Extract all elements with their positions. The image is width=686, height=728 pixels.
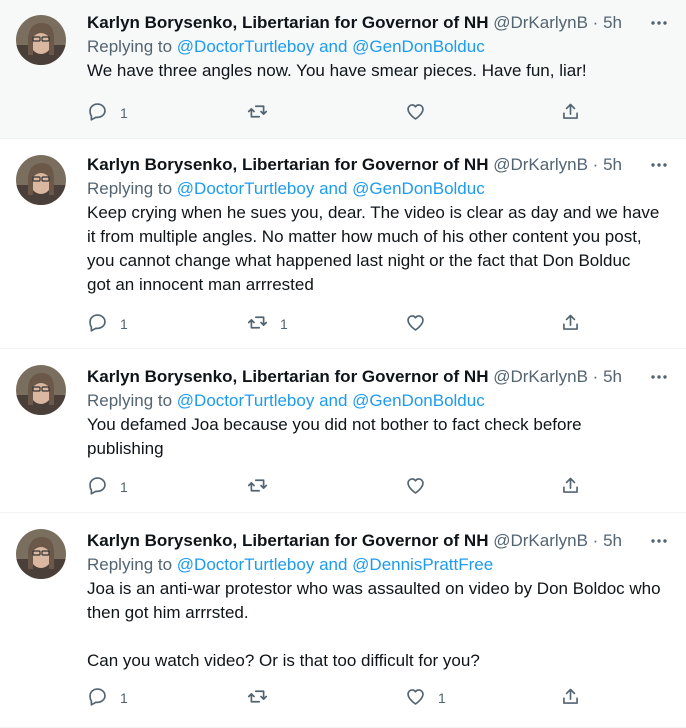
- reply-icon: [87, 312, 108, 336]
- handle[interactable]: @DrKarlynB: [493, 367, 588, 386]
- handle[interactable]: @DrKarlynB: [493, 155, 588, 174]
- mention-link[interactable]: @DoctorTurtleboy: [177, 555, 315, 574]
- separator-dot: ·: [592, 531, 599, 550]
- reply-icon: [87, 686, 108, 710]
- action-bar: 1 1: [87, 312, 587, 336]
- reply-count: 1: [120, 690, 128, 706]
- replying-to-label: Replying to: [87, 391, 177, 410]
- separator-dot: ·: [592, 155, 599, 174]
- tweet[interactable]: Karlyn Borysenko, Libertarian for Govern…: [0, 139, 686, 349]
- more-icon[interactable]: [648, 530, 670, 552]
- replying-to-label: Replying to: [87, 555, 177, 574]
- separator-dot: ·: [592, 367, 599, 386]
- avatar[interactable]: [16, 365, 66, 415]
- like-button[interactable]: 1: [405, 686, 446, 710]
- tweet[interactable]: Karlyn Borysenko, Libertarian for Govern…: [0, 0, 686, 139]
- reply-button[interactable]: 1: [87, 686, 128, 710]
- tweet-text: You defamed Joa because you did not both…: [87, 415, 582, 458]
- retweet-icon: [247, 475, 268, 499]
- reply-icon: [87, 101, 108, 125]
- like-icon: [405, 312, 426, 336]
- display-name[interactable]: Karlyn Borysenko, Libertarian for Govern…: [87, 367, 488, 386]
- like-button[interactable]: [405, 312, 438, 336]
- timestamp[interactable]: 5h: [603, 13, 622, 32]
- mention-link[interactable]: @GenDonBolduc: [352, 37, 485, 56]
- timestamp[interactable]: 5h: [603, 155, 622, 174]
- reply-button[interactable]: 1: [87, 101, 128, 125]
- tweet[interactable]: Karlyn Borysenko, Libertarian for Govern…: [0, 513, 686, 728]
- retweet-button[interactable]: [247, 475, 280, 499]
- more-icon[interactable]: [648, 12, 670, 34]
- timestamp[interactable]: 5h: [603, 531, 622, 550]
- retweet-button[interactable]: 1: [247, 312, 288, 336]
- share-icon: [560, 312, 581, 336]
- replying-and: and: [314, 391, 353, 410]
- like-icon: [405, 686, 426, 710]
- tweet-text: Joa is an anti-war protestor who was ass…: [87, 579, 661, 670]
- reply-button[interactable]: 1: [87, 312, 128, 336]
- more-icon[interactable]: [648, 366, 670, 388]
- reply-icon: [87, 475, 108, 499]
- replying-and: and: [314, 179, 353, 198]
- replying-to: Replying to @DoctorTurtleboy and @GenDon…: [87, 390, 670, 412]
- retweet-icon: [247, 686, 268, 710]
- replying-and: and: [314, 555, 353, 574]
- replying-to: Replying to @DoctorTurtleboy and @GenDon…: [87, 36, 670, 58]
- tweet-header: Karlyn Borysenko, Libertarian for Govern…: [87, 530, 670, 552]
- handle[interactable]: @DrKarlynB: [493, 531, 588, 550]
- like-count: 1: [438, 690, 446, 706]
- retweet-icon: [247, 312, 268, 336]
- tweet-header: Karlyn Borysenko, Libertarian for Govern…: [87, 366, 670, 388]
- reply-button[interactable]: 1: [87, 475, 128, 499]
- mention-link[interactable]: @GenDonBolduc: [352, 391, 485, 410]
- tweet-text: We have three angles now. You have smear…: [87, 61, 587, 80]
- reply-count: 1: [120, 479, 128, 495]
- handle[interactable]: @DrKarlynB: [493, 13, 588, 32]
- replying-to: Replying to @DoctorTurtleboy and @Dennis…: [87, 554, 670, 576]
- mention-link[interactable]: @GenDonBolduc: [352, 179, 485, 198]
- like-button[interactable]: [405, 475, 438, 499]
- share-icon: [560, 686, 581, 710]
- share-button[interactable]: [560, 475, 581, 499]
- display-name[interactable]: Karlyn Borysenko, Libertarian for Govern…: [87, 531, 488, 550]
- share-icon: [560, 101, 581, 125]
- share-button[interactable]: [560, 686, 581, 710]
- more-icon[interactable]: [648, 154, 670, 176]
- retweet-icon: [247, 101, 268, 125]
- retweet-count: 1: [280, 316, 288, 332]
- tweet-header: Karlyn Borysenko, Libertarian for Govern…: [87, 154, 670, 176]
- action-bar: 1 1: [87, 686, 587, 710]
- timestamp[interactable]: 5h: [603, 367, 622, 386]
- retweet-button[interactable]: [247, 686, 280, 710]
- reply-count: 1: [120, 105, 128, 121]
- share-icon: [560, 475, 581, 499]
- tweet-text: Keep crying when he sues you, dear. The …: [87, 203, 660, 294]
- share-button[interactable]: [560, 312, 581, 336]
- replying-to-label: Replying to: [87, 37, 177, 56]
- avatar[interactable]: [16, 15, 66, 65]
- share-button[interactable]: [560, 101, 581, 125]
- action-bar: 1: [87, 475, 587, 499]
- replying-to-label: Replying to: [87, 179, 177, 198]
- like-icon: [405, 475, 426, 499]
- reply-count: 1: [120, 316, 128, 332]
- display-name[interactable]: Karlyn Borysenko, Libertarian for Govern…: [87, 155, 488, 174]
- avatar[interactable]: [16, 155, 66, 205]
- avatar[interactable]: [16, 529, 66, 579]
- tweet-header: Karlyn Borysenko, Libertarian for Govern…: [87, 12, 670, 34]
- tweet[interactable]: Karlyn Borysenko, Libertarian for Govern…: [0, 349, 686, 513]
- mention-link[interactable]: @DoctorTurtleboy: [177, 179, 315, 198]
- action-bar: 1: [87, 101, 587, 125]
- mention-link[interactable]: @DoctorTurtleboy: [177, 391, 315, 410]
- mention-link[interactable]: @DoctorTurtleboy: [177, 37, 315, 56]
- like-icon: [405, 101, 426, 125]
- mention-link[interactable]: @DennisPrattFree: [352, 555, 493, 574]
- replying-and: and: [314, 37, 353, 56]
- like-button[interactable]: [405, 101, 438, 125]
- replying-to: Replying to @DoctorTurtleboy and @GenDon…: [87, 178, 670, 200]
- separator-dot: ·: [592, 13, 599, 32]
- display-name[interactable]: Karlyn Borysenko, Libertarian for Govern…: [87, 13, 488, 32]
- retweet-button[interactable]: [247, 101, 280, 125]
